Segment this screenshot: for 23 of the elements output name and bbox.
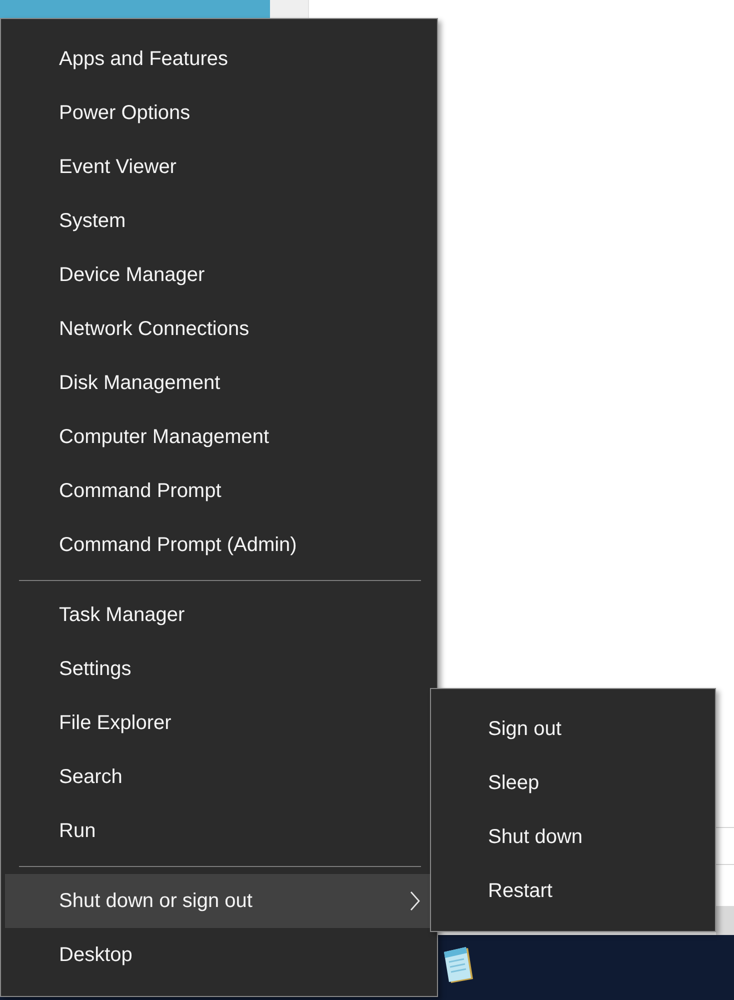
- menu-item[interactable]: Restart: [431, 864, 715, 918]
- menu-item[interactable]: File Explorer: [5, 696, 433, 750]
- menu-item[interactable]: Command Prompt: [5, 464, 433, 518]
- menu-item[interactable]: Computer Management: [5, 410, 433, 464]
- menu-item[interactable]: System: [5, 194, 433, 248]
- window-panel: [716, 906, 734, 935]
- menu-item[interactable]: Settings: [5, 642, 433, 696]
- menu-item[interactable]: Shut down or sign out: [5, 874, 433, 928]
- menu-item[interactable]: Task Manager: [5, 588, 433, 642]
- menu-item[interactable]: Command Prompt (Admin): [5, 518, 433, 572]
- menu-item[interactable]: Device Manager: [5, 248, 433, 302]
- menu-item[interactable]: Shut down: [431, 810, 715, 864]
- menu-item[interactable]: Search: [5, 750, 433, 804]
- menu-item[interactable]: Power Options: [5, 86, 433, 140]
- menu-item[interactable]: Apps and Features: [5, 32, 433, 86]
- menu-item[interactable]: Network Connections: [5, 302, 433, 356]
- chevron-right-icon: [410, 891, 420, 911]
- menu-item[interactable]: Sign out: [431, 702, 715, 756]
- menu-item[interactable]: Sleep: [431, 756, 715, 810]
- menu-item[interactable]: Event Viewer: [5, 140, 433, 194]
- menu-item[interactable]: Desktop: [5, 928, 433, 982]
- menu-item[interactable]: Disk Management: [5, 356, 433, 410]
- menu-item[interactable]: Run: [5, 804, 433, 858]
